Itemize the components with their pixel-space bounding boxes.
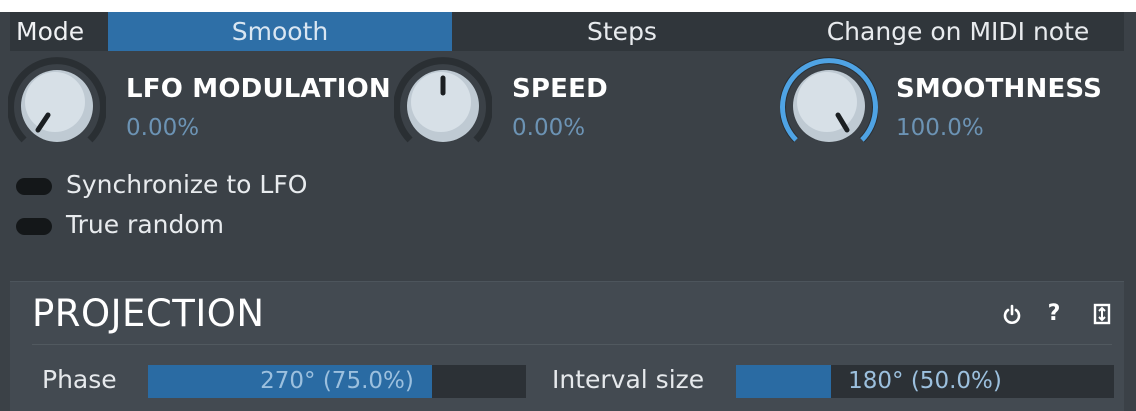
phase-value: 270° (75.0%) bbox=[260, 368, 414, 394]
top-edge bbox=[0, 0, 1136, 12]
lfo-modulation-value: 0.00% bbox=[126, 115, 200, 141]
projection-panel: PROJECTION ? Phase 270° (75.0%) Interval… bbox=[10, 281, 1124, 411]
mode-tab-smooth[interactable]: Smooth bbox=[108, 12, 452, 51]
mode-label: Mode bbox=[16, 17, 85, 46]
projection-title: PROJECTION bbox=[32, 292, 265, 335]
panel-divider bbox=[32, 344, 1112, 345]
speed-value: 0.00% bbox=[512, 115, 586, 141]
true-random-toggle[interactable] bbox=[16, 218, 52, 235]
speed-title: SPEED bbox=[512, 74, 608, 104]
phase-label: Phase bbox=[42, 365, 117, 394]
mode-selector: Mode Smooth Steps Change on MIDI note bbox=[10, 12, 1124, 51]
interval-size-label: Interval size bbox=[552, 365, 705, 394]
mode-tab-steps[interactable]: Steps bbox=[452, 12, 792, 51]
speed-knob[interactable] bbox=[394, 57, 492, 155]
power-icon[interactable] bbox=[1000, 302, 1024, 326]
lfo-modulation-title: LFO MODULATION bbox=[126, 74, 391, 104]
help-icon[interactable]: ? bbox=[1042, 302, 1066, 326]
interval-size-slider[interactable]: 180° (50.0%) bbox=[736, 365, 1114, 398]
synchronize-to-lfo-label: Synchronize to LFO bbox=[66, 170, 308, 199]
lfo-modulation-knob[interactable] bbox=[8, 57, 106, 155]
smoothness-title: SMOOTHNESS bbox=[896, 74, 1103, 104]
phase-slider[interactable]: 270° (75.0%) bbox=[148, 365, 526, 398]
collapse-icon[interactable] bbox=[1090, 302, 1114, 326]
smoothness-value: 100.0% bbox=[896, 115, 984, 141]
mode-tab-change-on-midi-note[interactable]: Change on MIDI note bbox=[792, 12, 1124, 51]
true-random-label: True random bbox=[66, 210, 225, 239]
synchronize-to-lfo-toggle[interactable] bbox=[16, 178, 52, 195]
smoothness-knob[interactable] bbox=[780, 57, 878, 155]
interval-size-value: 180° (50.0%) bbox=[848, 368, 1002, 394]
